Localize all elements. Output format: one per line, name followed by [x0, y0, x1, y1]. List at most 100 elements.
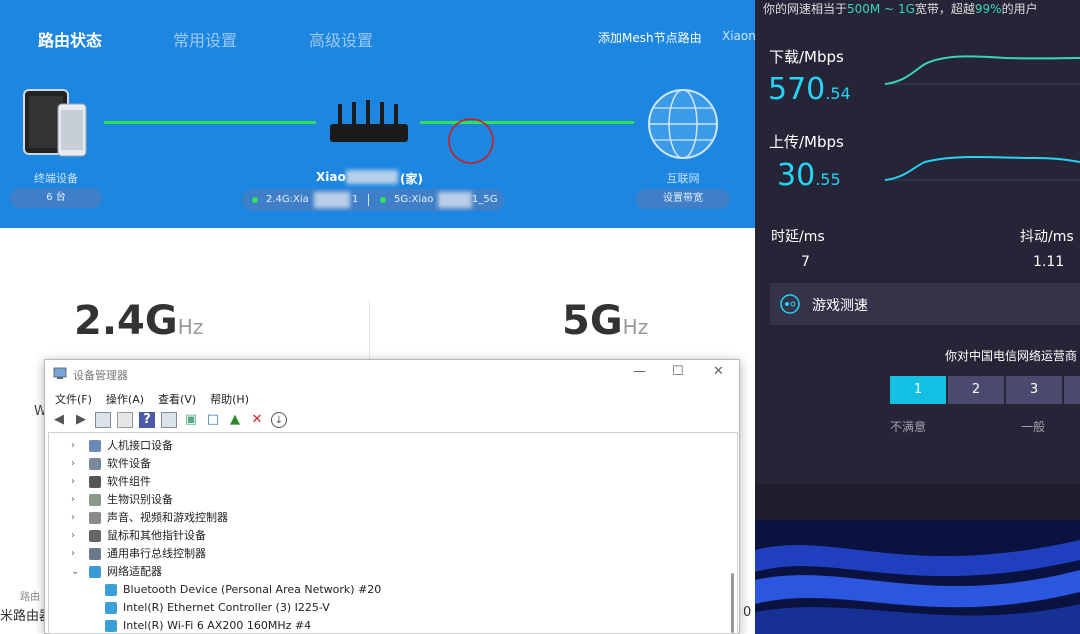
wifi5-ssid: 5G:Xiao [394, 194, 434, 205]
adapter-ethernet[interactable]: Intel(R) Ethernet Controller (3) I225-V [105, 599, 330, 617]
set-bandwidth-button[interactable]: 设置带宽 [636, 189, 730, 209]
toolbar: ◀ ▶ ? ▣ □ ▲ ✕ ↓ [51, 409, 731, 431]
router-status-header: 路由状态 常用设置 高级设置 添加Mesh节点路由 Xiaon 终端设备 6 台… [0, 0, 760, 228]
forward-icon[interactable]: ▶ [73, 412, 89, 428]
show-hidden-icon[interactable] [117, 412, 133, 428]
wifi5-ssid-tail: 1_5G [472, 194, 498, 205]
help-icon[interactable]: ? [139, 412, 155, 428]
cursor-highlight-circle [448, 118, 494, 164]
tree-item-software-components[interactable]: › 软件组件 [71, 473, 151, 491]
chevron-right-icon[interactable]: › [71, 455, 75, 473]
minimize-button[interactable]: — [633, 364, 646, 379]
chevron-right-icon[interactable]: › [71, 491, 75, 509]
tree-item-network-adapters[interactable]: ⌄ 网络适配器 [71, 563, 162, 581]
upload-speed-graph [885, 156, 1080, 181]
upload-value: 30.55 [777, 158, 841, 193]
tree-label: 声音、视频和游戏控制器 [107, 511, 228, 524]
back-icon[interactable]: ◀ [51, 412, 67, 428]
tree-item-usb[interactable]: › 通用串行总线控制器 [71, 545, 206, 563]
adapter-label: Intel(R) Ethernet Controller (3) I225-V [123, 601, 330, 614]
tree-label: 软件组件 [107, 475, 151, 488]
menu-bar: 文件(F) 操作(A) 查看(V) 帮助(H) [55, 391, 249, 407]
summary-mid: 宽带，超越 [914, 2, 975, 16]
router-icon[interactable] [326, 100, 412, 148]
menu-help[interactable]: 帮助(H) [210, 391, 249, 407]
tree-label: 软件设备 [107, 457, 151, 470]
wifi-ssid-pill[interactable]: 2.4G:Xia 1 5G:Xiao 1_5G [242, 189, 504, 211]
desktop-wallpaper [755, 520, 1080, 634]
network-adapter-icon [105, 620, 117, 632]
screenshot-root: 路由状态 常用设置 高级设置 添加Mesh节点路由 Xiaon 终端设备 6 台… [0, 0, 1080, 634]
rating-mid-caption: 一般 [1021, 420, 1046, 434]
close-button[interactable]: ✕ [713, 364, 724, 379]
router-name-suffix: (家) [400, 172, 423, 186]
network-adapter-icon [105, 584, 117, 596]
redacted-ssid-5 [438, 192, 472, 208]
jitter-label: 抖动/ms [1020, 229, 1074, 245]
chevron-right-icon[interactable]: › [71, 527, 75, 545]
menu-view[interactable]: 查看(V) [158, 391, 196, 407]
tab-advanced-settings[interactable]: 高级设置 [309, 27, 373, 51]
tree-item-biometric[interactable]: › 生物识别设备 [71, 491, 173, 509]
redacted-ssid-24 [314, 192, 350, 208]
freq-24-unit: Hz [177, 315, 204, 339]
rating-low-caption: 不满意 [890, 420, 927, 434]
rating-button-1[interactable]: 1 [890, 376, 946, 404]
chevron-right-icon[interactable]: › [71, 437, 75, 455]
device-tree: › 人机接口设备 › 软件设备 › 软件组件 › 生物识别设备 › 声音、视频和游戏控制器… [48, 432, 738, 634]
network-adapter-icon [105, 602, 117, 614]
summary-speed: 500M ~ 1G [847, 2, 915, 16]
remove-icon[interactable]: ✕ [249, 412, 265, 428]
redacted-name [346, 170, 398, 184]
menu-action[interactable]: 操作(A) [106, 391, 144, 407]
tree-label: 人机接口设备 [107, 439, 173, 452]
tab-common-settings[interactable]: 常用设置 [173, 27, 237, 51]
user-name[interactable]: Xiaon [722, 29, 756, 43]
freq-24-value: 2.4G [74, 298, 178, 344]
add-mesh-link[interactable]: 添加Mesh节点路由 [598, 29, 702, 46]
link-line-left [104, 121, 316, 124]
chevron-down-icon[interactable]: ⌄ [71, 563, 79, 581]
rating-button-3[interactable]: 3 [1006, 376, 1062, 404]
jitter-value: 1.11 [1033, 254, 1065, 270]
network-icon [89, 566, 101, 578]
tree-item-software-devices[interactable]: › 软件设备 [71, 455, 151, 473]
tab-router-status[interactable]: 路由状态 [38, 27, 102, 51]
enable-icon[interactable]: ▲ [227, 412, 243, 428]
internet-label: 互联网 [666, 172, 700, 185]
list-icon[interactable] [161, 412, 177, 428]
tree-item-mouse[interactable]: › 鼠标和其他指针设备 [71, 527, 206, 545]
chevron-right-icon[interactable]: › [71, 509, 75, 527]
adapter-bluetooth[interactable]: Bluetooth Device (Personal Area Network)… [105, 581, 381, 599]
game-speedtest-button[interactable]: 游戏测速 [770, 283, 1080, 325]
freq-divider [369, 300, 370, 360]
adapter-wifi[interactable]: Intel(R) Wi-Fi 6 AX200 160MHz #4 [105, 617, 311, 633]
summary-suffix: 的用户 [1001, 2, 1038, 16]
latency-value: 7 [801, 254, 810, 270]
rating-button-4[interactable] [1064, 376, 1080, 404]
game-speedtest-label: 游戏测速 [812, 298, 868, 314]
monitor-icon[interactable]: □ [205, 412, 221, 428]
upload-int: 30 [777, 158, 816, 193]
terminal-devices-icon[interactable] [22, 88, 90, 160]
router-name: Xiao [316, 170, 346, 184]
internet-globe-icon[interactable] [646, 88, 720, 160]
selected-pointer [360, 218, 380, 228]
properties-icon[interactable] [95, 412, 111, 428]
update-driver-icon[interactable]: ▣ [183, 412, 199, 428]
chevron-right-icon[interactable]: › [71, 545, 75, 563]
terminal-devices-label: 终端设备 [34, 172, 78, 185]
device-count-badge[interactable]: 6 台 [10, 188, 102, 208]
maximize-button[interactable]: ☐ [672, 364, 684, 379]
menu-file[interactable]: 文件(F) [55, 391, 92, 407]
tree-item-hid[interactable]: › 人机接口设备 [71, 437, 173, 455]
upload-dec: .55 [815, 170, 841, 189]
wifi24-ssid: 2.4G:Xia [266, 194, 309, 205]
tree-item-sound[interactable]: › 声音、视频和游戏控制器 [71, 509, 228, 527]
wifi5-status-dot [380, 197, 386, 203]
latency-label: 时延/ms [771, 229, 825, 245]
rating-button-2[interactable]: 2 [948, 376, 1004, 404]
chevron-right-icon[interactable]: › [71, 473, 75, 491]
download-icon[interactable]: ↓ [271, 412, 287, 428]
tree-scrollbar[interactable] [731, 573, 734, 633]
